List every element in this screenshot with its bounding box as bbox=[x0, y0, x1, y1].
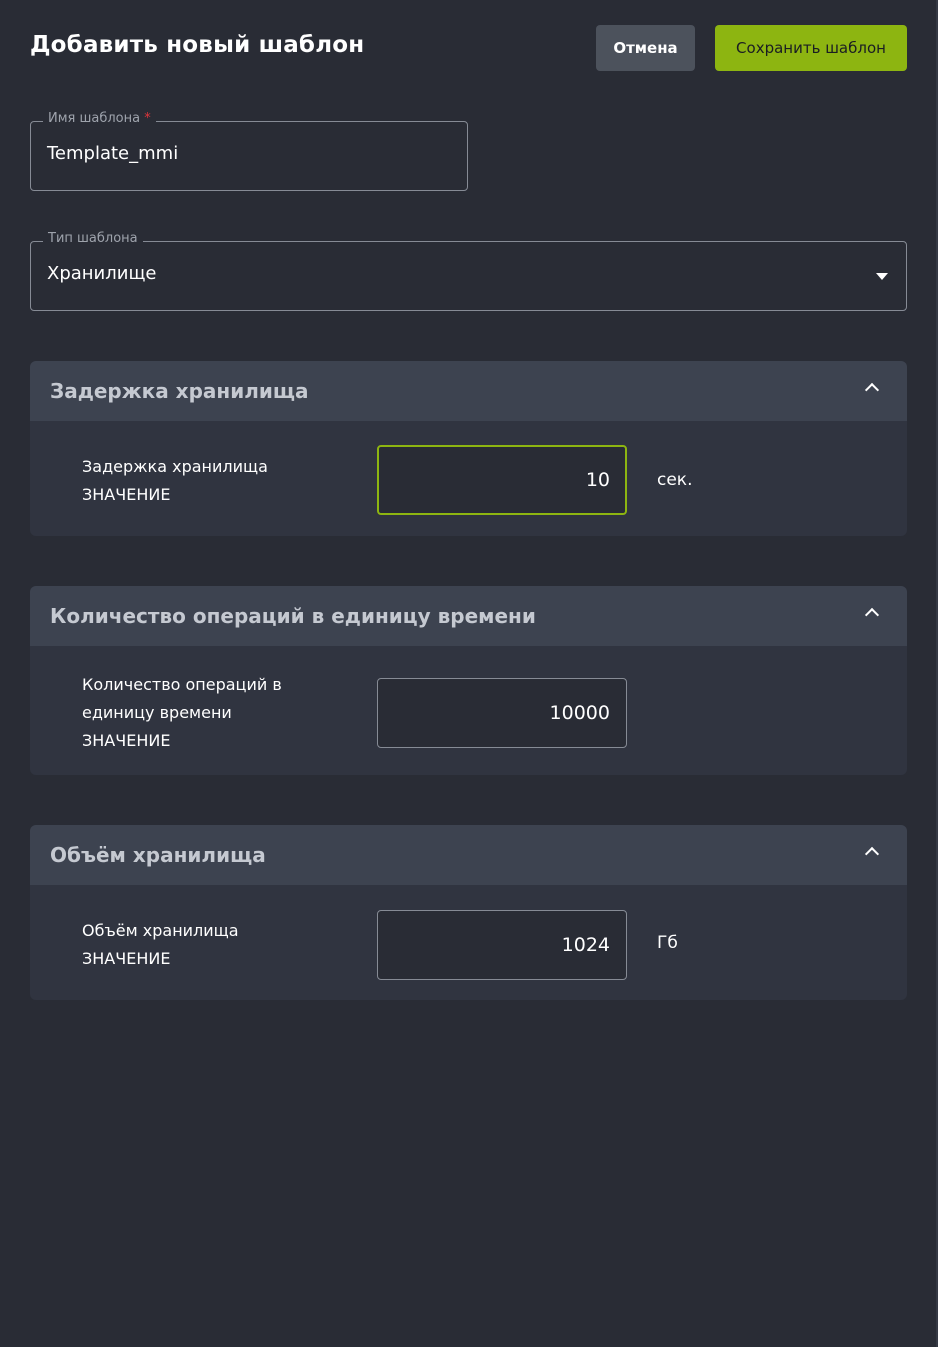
storage-volume-input[interactable]: 1024 bbox=[377, 910, 627, 980]
param-label-line: ЗНАЧЕНИЕ bbox=[82, 731, 171, 750]
template-name-input[interactable]: Template_mmi bbox=[47, 143, 178, 164]
section-header[interactable]: Объём хранилища bbox=[30, 825, 907, 885]
param-label-line: Задержка хранилища bbox=[82, 457, 268, 476]
template-type-label: Тип шаблона bbox=[43, 231, 143, 246]
section-title: Задержка хранилища bbox=[50, 379, 309, 403]
caret-down-icon[interactable] bbox=[876, 273, 888, 280]
section-title: Объём хранилища bbox=[50, 843, 266, 867]
chevron-up-icon[interactable] bbox=[864, 607, 880, 623]
unit-label: сек. bbox=[657, 470, 693, 490]
section-header[interactable]: Задержка хранилища bbox=[30, 361, 907, 421]
param-label: Объём хранилища ЗНАЧЕНИЕ bbox=[82, 917, 239, 973]
operations-per-time-input[interactable]: 10000 bbox=[377, 678, 627, 748]
cancel-button[interactable]: Отмена bbox=[596, 25, 695, 71]
param-label-line: Количество операций в bbox=[82, 675, 282, 694]
add-template-dialog: Добавить новый шаблон Отмена Сохранить ш… bbox=[0, 0, 938, 1347]
template-type-value: Хранилище bbox=[47, 263, 157, 284]
param-label: Задержка хранилища ЗНАЧЕНИЕ bbox=[82, 453, 268, 509]
param-label-line: ЗНАЧЕНИЕ bbox=[82, 485, 171, 504]
chevron-up-icon[interactable] bbox=[864, 846, 880, 862]
section-storage-volume: Объём хранилища Объём хранилища ЗНАЧЕНИЕ… bbox=[30, 825, 907, 1000]
required-mark: * bbox=[144, 111, 151, 126]
template-name-label: Имя шаблона * bbox=[43, 111, 156, 126]
storage-latency-input[interactable]: 10 bbox=[377, 445, 627, 515]
unit-label: Гб bbox=[657, 933, 678, 953]
param-label-line: Объём хранилища bbox=[82, 921, 239, 940]
param-label-line: ЗНАЧЕНИЕ bbox=[82, 949, 171, 968]
section-title: Количество операций в единицу времени bbox=[50, 604, 536, 628]
param-label-line: единицу времени bbox=[82, 703, 232, 722]
template-name-field[interactable]: Имя шаблона * Template_mmi bbox=[30, 111, 468, 191]
param-label: Количество операций в единицу времени ЗН… bbox=[82, 671, 282, 755]
section-storage-latency: Задержка хранилища Задержка хранилища ЗН… bbox=[30, 361, 907, 536]
section-operations-per-time: Количество операций в единицу времени Ко… bbox=[30, 586, 907, 775]
template-type-select[interactable]: Тип шаблона Хранилище bbox=[30, 231, 907, 311]
section-header[interactable]: Количество операций в единицу времени bbox=[30, 586, 907, 646]
page-title: Добавить новый шаблон bbox=[30, 32, 365, 58]
chevron-up-icon[interactable] bbox=[864, 382, 880, 398]
save-template-button[interactable]: Сохранить шаблон bbox=[715, 25, 907, 71]
